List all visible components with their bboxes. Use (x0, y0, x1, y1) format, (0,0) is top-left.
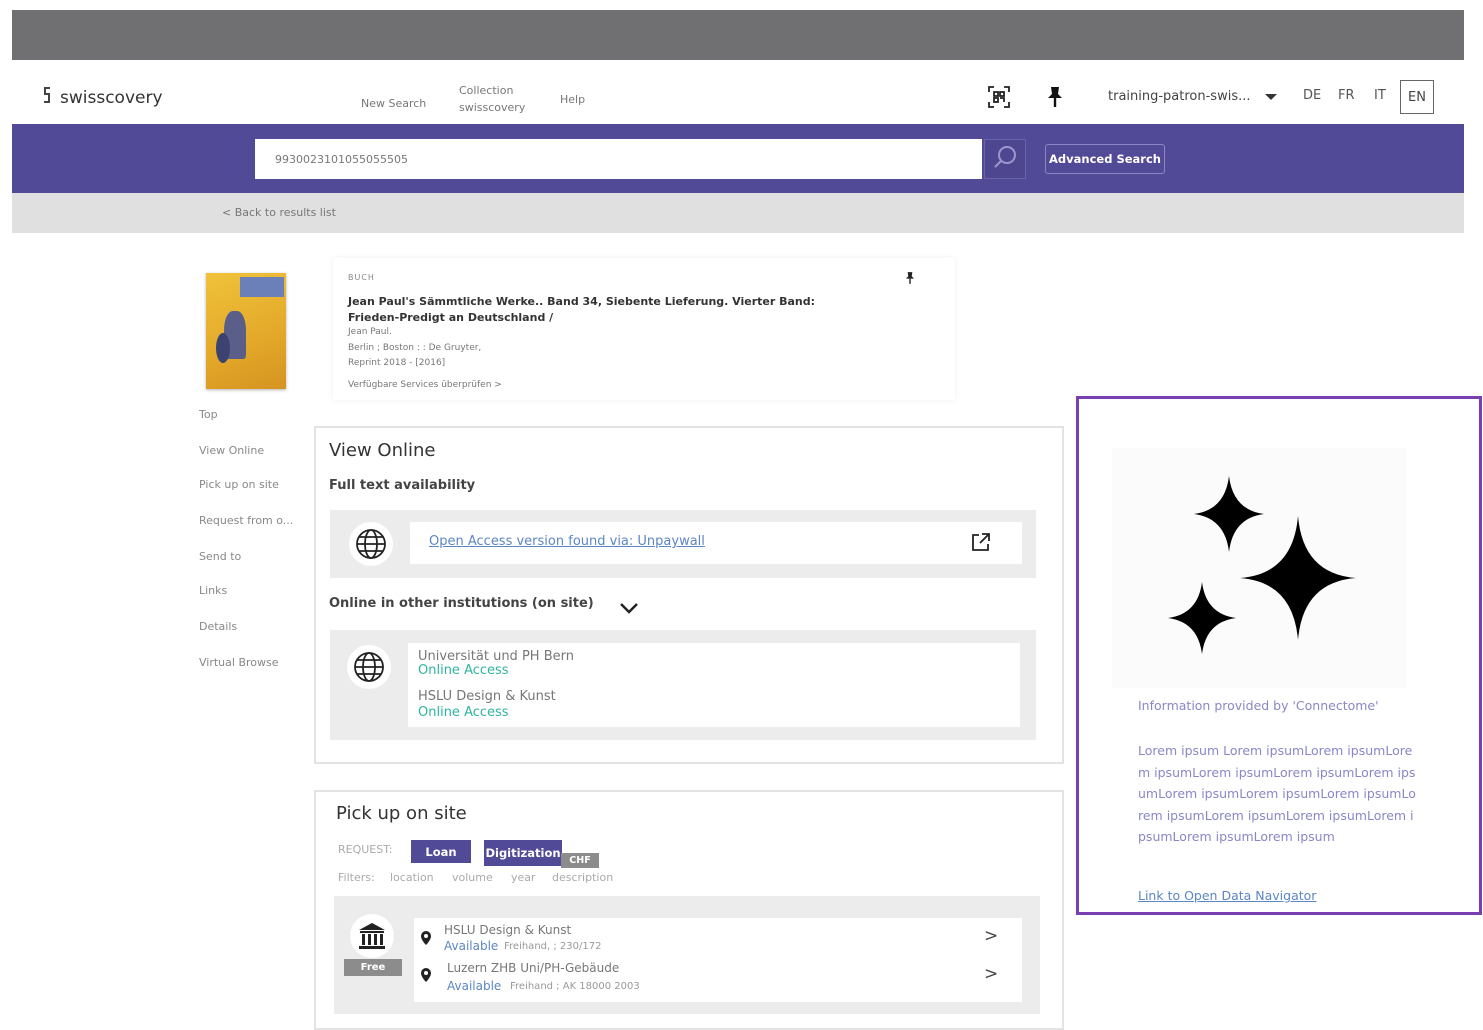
filter-description[interactable]: description (552, 871, 613, 884)
connectome-info: Information provided by 'Connectome' (1138, 698, 1379, 713)
back-link-text: < Back to results list (222, 206, 336, 219)
leftnav-links[interactable]: Links (199, 584, 227, 597)
advanced-search-button[interactable]: Advanced Search (1045, 144, 1165, 174)
chevron-down-icon (1264, 93, 1277, 100)
library-icon (350, 914, 394, 958)
lang-en[interactable]: EN (1400, 80, 1434, 114)
lang-it[interactable]: IT (1374, 88, 1386, 103)
leftnav-top[interactable]: Top (199, 408, 218, 421)
location-name[interactable]: HSLU Design & Kunst (444, 923, 571, 937)
digitization-button[interactable]: Digitization (484, 840, 562, 866)
lang-de[interactable]: DE (1303, 88, 1321, 103)
brand-logo[interactable]: swisscovery (42, 86, 163, 109)
leftnav-virtual-browse[interactable]: Virtual Browse (199, 656, 279, 669)
institution-online-access[interactable]: Online Access (418, 705, 509, 720)
location-pin-icon (420, 967, 432, 987)
chevron-down-icon[interactable] (618, 600, 640, 620)
pickup-title: Pick up on site (336, 803, 467, 824)
loan-button[interactable]: Loan (411, 840, 471, 863)
sparkles-icon (1112, 476, 1406, 692)
swisscovery-logo-icon (42, 86, 52, 109)
sparkles-area (1112, 448, 1406, 688)
record-pin-icon[interactable] (898, 266, 922, 290)
nav-help[interactable]: Help (560, 91, 585, 108)
record-card (333, 258, 955, 400)
nav-new-search[interactable]: New Search (361, 95, 426, 112)
view-online-title: View Online (329, 440, 436, 461)
chevron-right-icon[interactable]: > (984, 926, 998, 946)
location-status: Available (447, 979, 502, 993)
chevron-right-icon[interactable]: > (984, 964, 998, 984)
leftnav-pick-up[interactable]: Pick up on site (199, 478, 279, 491)
search-input[interactable] (255, 139, 982, 179)
institution-name: Universität und PH Bern (418, 649, 574, 664)
leftnav-view-online[interactable]: View Online (199, 444, 264, 457)
free-badge: Free (344, 959, 402, 976)
record-date: Reprint 2018 - [2016] (348, 358, 446, 368)
leftnav-request[interactable]: Request from o... (199, 514, 293, 527)
nav-collection-line2: swisscovery (459, 101, 526, 114)
nav-collection[interactable]: Collection swisscovery (459, 82, 525, 116)
book-cover (206, 273, 286, 389)
location-status: Available (444, 939, 499, 953)
leftnav-send-to[interactable]: Send to (199, 550, 241, 563)
unpaywall-link[interactable]: Open Access version found via: Unpaywall (429, 534, 705, 549)
filter-location[interactable]: location (390, 871, 434, 884)
pin-icon[interactable] (1042, 84, 1068, 110)
record-services-link[interactable]: Verfügbare Services überprüfen > (348, 380, 502, 390)
lang-fr[interactable]: FR (1338, 88, 1355, 103)
top-bar (12, 10, 1464, 60)
record-publisher: Berlin ; Boston : : De Gruyter, (348, 343, 482, 353)
nav-collection-line1: Collection (459, 84, 514, 97)
record-title[interactable]: Jean Paul's Sämmtliche Werke.. Band 34, … (348, 294, 868, 326)
globe-icon (349, 522, 393, 566)
globe-icon-2 (347, 645, 391, 689)
record-author: Jean Paul. (348, 327, 392, 337)
brand-name: swisscovery (60, 87, 163, 108)
location-pin-icon (420, 930, 432, 950)
external-link-icon[interactable] (970, 531, 992, 557)
search-button[interactable] (984, 139, 1026, 179)
connectome-text: Lorem ipsum Lorem ipsumLorem ipsumLorem … (1138, 743, 1416, 844)
location-name[interactable]: Luzern ZHB Uni/PH-Gebäude (447, 961, 619, 975)
institution-name: HSLU Design & Kunst (418, 689, 556, 704)
open-data-navigator-link[interactable]: Link to Open Data Navigator (1138, 888, 1316, 903)
request-label: REQUEST: (338, 843, 393, 856)
chf-badge: CHF (561, 853, 599, 868)
location-shelf: Freihand, ; 230/172 (504, 941, 602, 952)
back-to-results-link[interactable]: < Back to results list (222, 206, 336, 219)
location-shelf: Freihand ; AK 18000 2003 (510, 981, 640, 992)
filters-label: Filters: (338, 871, 375, 884)
qr-code-icon[interactable] (986, 84, 1012, 110)
leftnav-details[interactable]: Details (199, 620, 237, 633)
full-text-heading: Full text availability (329, 478, 476, 493)
search-icon (992, 144, 1018, 174)
record-type: BUCH (348, 273, 375, 282)
user-menu[interactable]: training-patron-swis... (1108, 89, 1277, 104)
filter-year[interactable]: year (511, 871, 536, 884)
user-name: training-patron-swis... (1108, 89, 1251, 104)
institution-online-access[interactable]: Online Access (418, 663, 509, 678)
filter-volume[interactable]: volume (452, 871, 493, 884)
other-institutions-heading[interactable]: Online in other institutions (on site) (329, 596, 594, 611)
